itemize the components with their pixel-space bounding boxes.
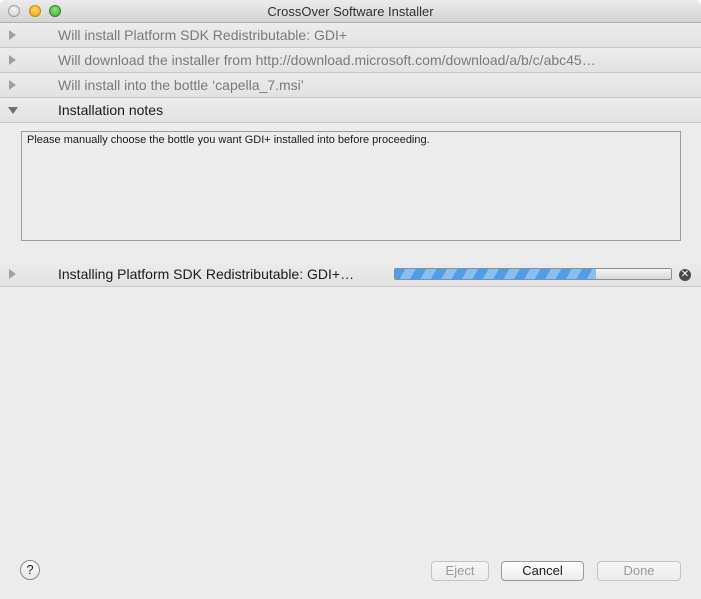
install-progress-fill — [395, 269, 597, 279]
task-row-bottle[interactable]: Will install into the bottle ‘capella_7.… — [0, 73, 701, 98]
disclosure-triangle-open-icon[interactable] — [8, 107, 18, 114]
installing-label: Installing Platform SDK Redistributable:… — [58, 266, 355, 282]
task-row-install-gdi[interactable]: Will install Platform SDK Redistributabl… — [0, 23, 701, 48]
help-button[interactable]: ? — [20, 560, 40, 580]
disclosure-triangle-icon[interactable] — [9, 55, 16, 65]
cancel-install-icon[interactable]: ✕ — [679, 269, 691, 281]
task-label: Will download the installer from http://… — [58, 52, 596, 68]
task-row-download[interactable]: Will download the installer from http://… — [0, 48, 701, 73]
install-progress-bar — [394, 268, 672, 280]
installation-notes-text: Please manually choose the bottle you wa… — [27, 134, 430, 146]
task-label: Will install into the bottle ‘capella_7.… — [58, 77, 304, 93]
title-bar: CrossOver Software Installer — [0, 0, 701, 23]
task-label: Will install Platform SDK Redistributabl… — [58, 27, 348, 43]
cancel-button[interactable]: Cancel — [501, 561, 584, 581]
disclosure-triangle-icon[interactable] — [9, 80, 16, 90]
eject-button[interactable]: Eject — [431, 561, 489, 581]
disclosure-triangle-icon[interactable] — [9, 269, 16, 279]
disclosure-triangle-icon[interactable] — [9, 30, 16, 40]
task-row-installation-notes[interactable]: Installation notes — [0, 98, 701, 123]
installer-window: CrossOver Software Installer Will instal… — [0, 0, 701, 599]
task-label: Installation notes — [58, 102, 164, 118]
installation-notes-textarea[interactable]: Please manually choose the bottle you wa… — [21, 131, 681, 241]
window-title: CrossOver Software Installer — [267, 4, 434, 19]
done-button[interactable]: Done — [597, 561, 681, 581]
